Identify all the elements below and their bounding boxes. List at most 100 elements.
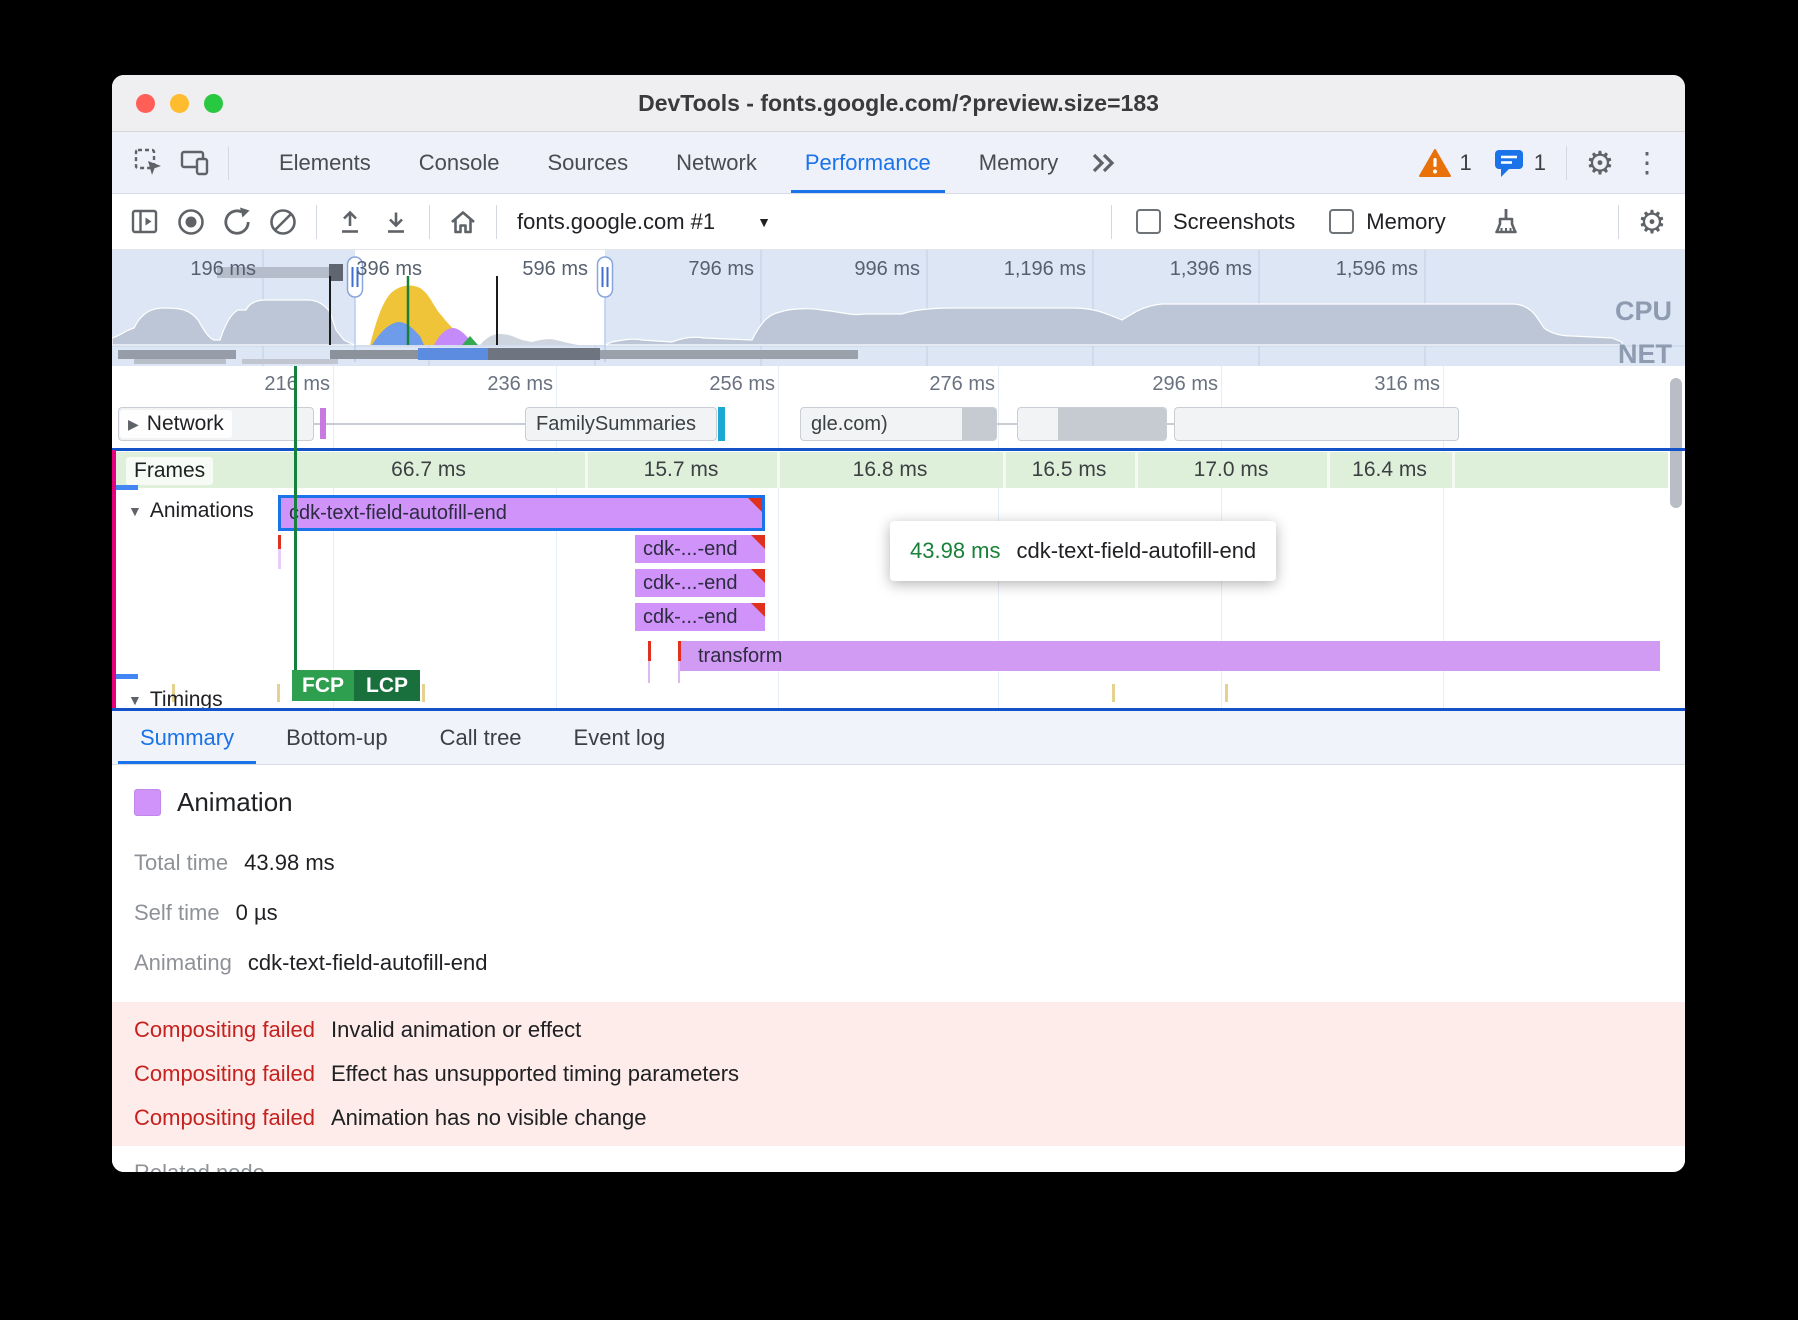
tab-sources[interactable]: Sources — [523, 132, 652, 193]
frames-track-label[interactable]: Frames — [126, 457, 213, 485]
traffic-lights — [136, 75, 223, 131]
screenshots-label[interactable]: Screenshots — [1173, 209, 1295, 235]
collapse-down-icon[interactable]: ▼ — [128, 692, 142, 708]
home-icon[interactable] — [446, 205, 480, 239]
ruler-tick: 236 ms — [443, 373, 553, 396]
summary-row: Animating cdk-text-field-autofill-end — [134, 950, 1685, 976]
tab-console[interactable]: Console — [395, 132, 524, 193]
timings-track-label[interactable]: ▼ Timings — [120, 686, 231, 708]
resize-handle[interactable] — [116, 485, 138, 490]
frame-duration[interactable]: 66.7 ms — [272, 452, 585, 488]
tab-summary[interactable]: Summary — [114, 711, 260, 764]
lcp-badge[interactable]: LCP — [354, 670, 420, 701]
animation-tooltip: 43.98 ms cdk-text-field-autofill-end — [890, 521, 1276, 581]
message-icon — [1492, 147, 1526, 179]
animation-tail-tick — [648, 661, 650, 683]
details-tabbar: Summary Bottom-up Call tree Event log — [112, 708, 1685, 765]
summary-panel: Animation Total time 43.98 ms Self time … — [112, 765, 1685, 1172]
frame-duration[interactable]: 16.8 ms — [777, 452, 1003, 488]
frame-duration[interactable]: 16.4 ms — [1327, 452, 1452, 488]
animation-start-tick-light — [278, 549, 281, 569]
failure-row: Compositing failed Invalid animation or … — [112, 1008, 1685, 1052]
frame-duration[interactable]: 15.7 ms — [585, 452, 777, 488]
transform-animation-bar[interactable]: transform — [680, 641, 1660, 671]
network-event-tick — [320, 408, 326, 439]
memory-label[interactable]: Memory — [1366, 209, 1445, 235]
record-icon[interactable] — [174, 205, 208, 239]
separator — [1566, 146, 1567, 180]
device-toolbar-icon[interactable] — [178, 146, 212, 180]
animation-color-swatch — [134, 789, 161, 816]
capture-settings-gear-icon[interactable]: ⚙ — [1635, 205, 1669, 239]
frame-divider — [1452, 452, 1455, 488]
tab-bottom-up[interactable]: Bottom-up — [260, 711, 414, 764]
animation-bar-selected[interactable]: cdk-text-field-autofill-end — [278, 495, 765, 531]
compositing-failures: Compositing failed Invalid animation or … — [112, 1002, 1685, 1146]
chevron-down-icon[interactable]: ▼ — [757, 214, 771, 230]
frame-duration[interactable]: 16.5 ms — [1003, 452, 1135, 488]
tab-event-log[interactable]: Event log — [548, 711, 692, 764]
animation-bar[interactable]: cdk-...-end — [635, 535, 765, 563]
tab-memory[interactable]: Memory — [955, 132, 1082, 193]
overview-tick: 196 ms — [190, 258, 256, 280]
tab-call-tree[interactable]: Call tree — [414, 711, 548, 764]
issues-messages[interactable]: 1 — [1492, 147, 1546, 179]
toggle-sidebar-icon[interactable] — [128, 205, 162, 239]
resize-handle[interactable] — [116, 674, 138, 679]
overview-tick: 596 ms — [522, 258, 588, 280]
expand-right-icon[interactable]: ▶ — [128, 416, 139, 433]
minimize-button[interactable] — [170, 94, 189, 113]
timeline-overview[interactable]: 196 ms 396 ms 596 ms 796 ms 996 ms 1,196… — [112, 250, 1685, 366]
overview-tick: 1,396 ms — [1170, 258, 1252, 280]
tab-elements[interactable]: Elements — [255, 132, 395, 193]
gridline — [333, 366, 334, 708]
settings-gear-icon[interactable]: ⚙ — [1583, 146, 1617, 180]
separator — [1111, 205, 1112, 239]
more-tabs-icon[interactable] — [1088, 146, 1122, 180]
ruler-tick: 256 ms — [665, 373, 775, 396]
track-divider[interactable] — [112, 448, 1685, 451]
network-request[interactable]: gle.com) — [800, 407, 997, 441]
animation-bar[interactable]: cdk-...-end — [635, 569, 765, 597]
upload-profile-icon[interactable] — [333, 205, 367, 239]
animation-bar[interactable]: cdk-...-end — [635, 603, 765, 631]
window-title: DevTools - fonts.google.com/?preview.siz… — [638, 90, 1159, 117]
timeline-tracks[interactable]: 216 ms 236 ms 256 ms 276 ms 296 ms 316 m… — [112, 366, 1685, 708]
frames-track[interactable]: 66.7 ms 15.7 ms 16.8 ms 16.5 ms 17.0 ms … — [112, 452, 1668, 488]
kebab-menu-icon[interactable]: ⋮ — [1633, 146, 1661, 179]
devtools-tabbar: Elements Console Sources Network Perform… — [112, 132, 1685, 194]
timing-tick — [1225, 684, 1228, 702]
session-selector[interactable]: fonts.google.com #1 — [517, 209, 715, 235]
close-button[interactable] — [136, 94, 155, 113]
summary-row: Total time 43.98 ms — [134, 850, 1685, 876]
request-connector — [312, 423, 525, 425]
collapse-down-icon[interactable]: ▼ — [128, 503, 142, 519]
tab-network[interactable]: Network — [652, 132, 781, 193]
frame-duration[interactable]: 17.0 ms — [1135, 452, 1327, 488]
inspect-element-icon[interactable] — [132, 146, 166, 180]
timing-tick — [422, 684, 425, 702]
devtools-window: DevTools - fonts.google.com/?preview.siz… — [112, 75, 1685, 1172]
overview-task-bar-dark — [329, 264, 343, 281]
issues-warning[interactable]: 1 — [1418, 148, 1472, 178]
selection-handle-right[interactable] — [598, 257, 613, 297]
reload-record-icon[interactable] — [220, 205, 254, 239]
ruler-tick: 216 ms — [220, 373, 330, 396]
collect-garbage-icon[interactable] — [1486, 205, 1520, 239]
network-request[interactable] — [1017, 407, 1167, 441]
network-request[interactable]: FamilySummaries — [525, 407, 717, 441]
tooltip-duration: 43.98 ms — [910, 538, 1001, 564]
screenshots-checkbox[interactable] — [1136, 209, 1161, 234]
animations-track-label[interactable]: ▼ Animations — [120, 497, 262, 525]
tooltip-name: cdk-text-field-autofill-end — [1017, 538, 1257, 564]
clear-icon[interactable] — [266, 205, 300, 239]
download-profile-icon[interactable] — [379, 205, 413, 239]
fcp-badge[interactable]: FCP — [292, 670, 354, 701]
tab-performance[interactable]: Performance — [781, 132, 955, 193]
vertical-scrollbar[interactable] — [1670, 378, 1682, 508]
maximize-button[interactable] — [204, 94, 223, 113]
network-track-label[interactable]: ▶ Network — [120, 410, 232, 438]
memory-checkbox[interactable] — [1329, 209, 1354, 234]
network-request[interactable] — [1174, 407, 1459, 441]
message-count: 1 — [1534, 150, 1546, 176]
